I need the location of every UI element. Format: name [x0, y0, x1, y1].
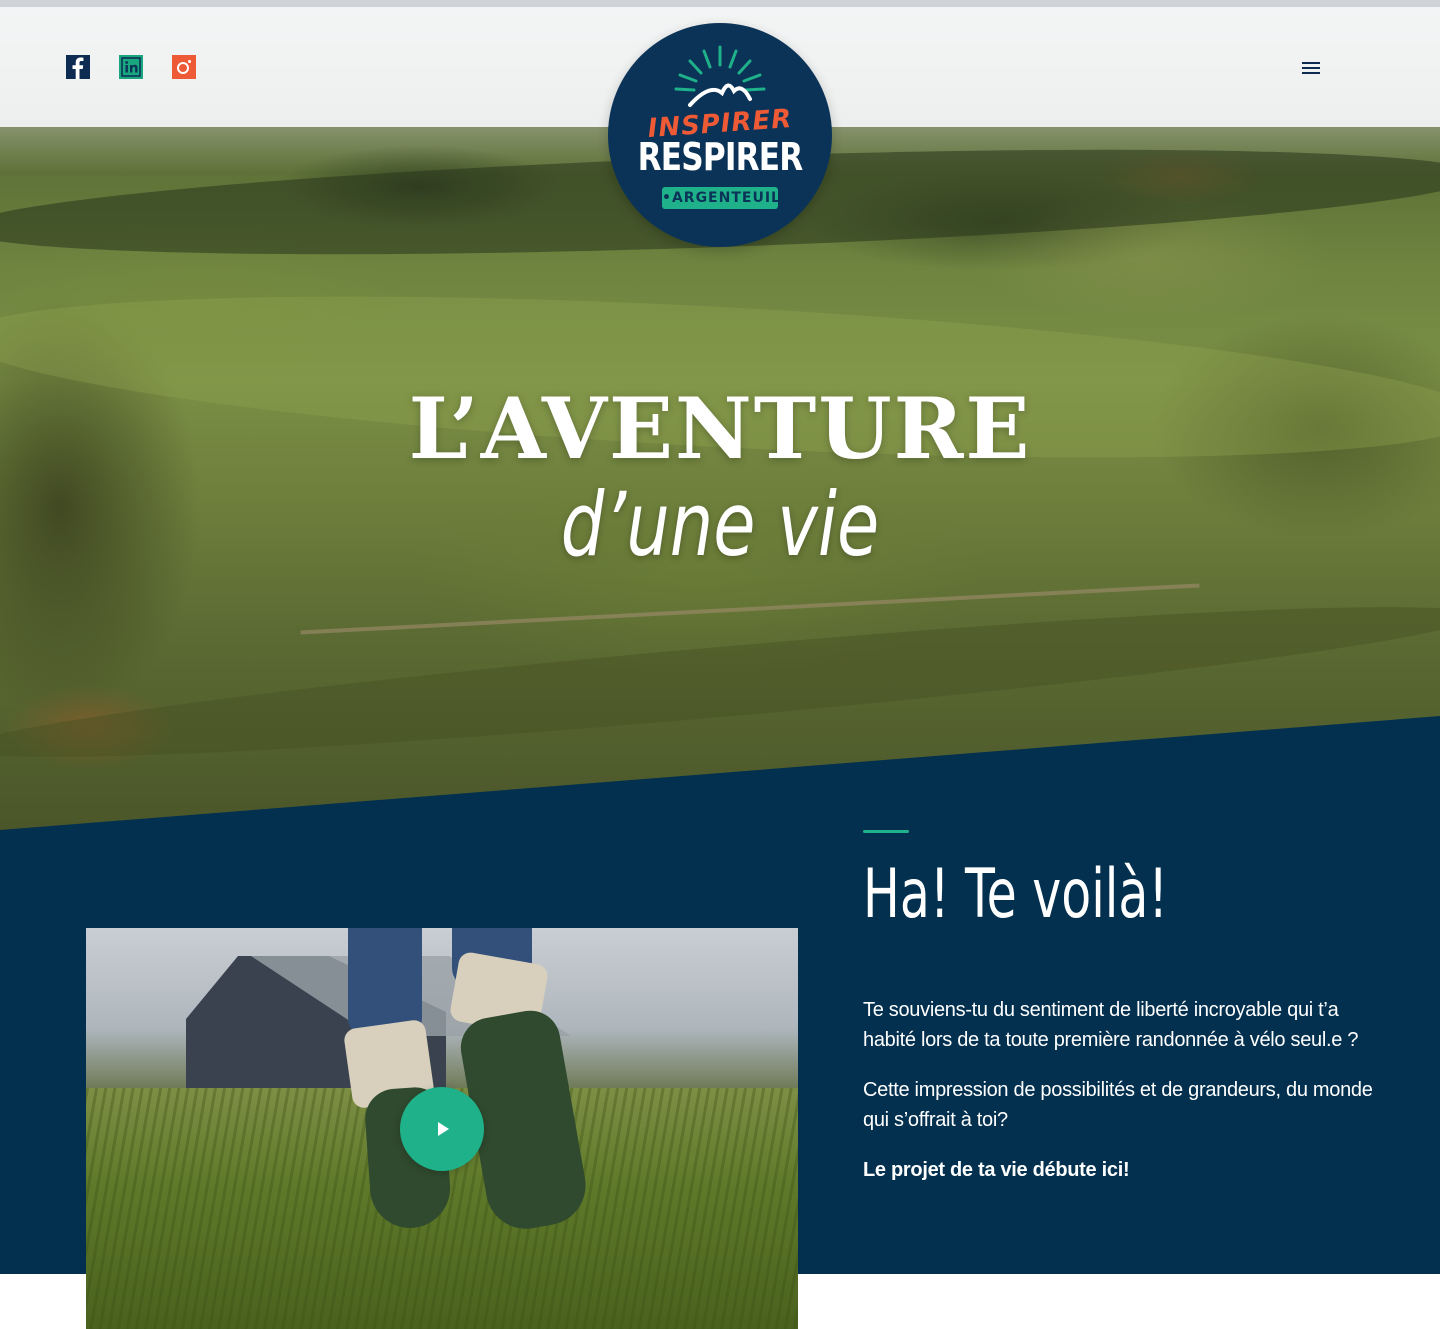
- play-icon: [438, 1122, 449, 1136]
- instagram-icon[interactable]: [172, 55, 196, 79]
- menu-line: [1302, 62, 1320, 64]
- hero-subtitle: d’une vie: [560, 473, 880, 576]
- intro-paragraph-2: Cette impression de possibilités et de g…: [863, 1079, 1373, 1131]
- linkedin-icon[interactable]: [119, 55, 143, 79]
- hero-title: L’AVENTURE: [408, 379, 1032, 478]
- top-strip: [0, 0, 1440, 7]
- intro-paragraph-1: Te souviens-tu du sentiment de liberté i…: [863, 999, 1359, 1051]
- play-button[interactable]: [400, 1087, 484, 1171]
- menu-line: [1302, 72, 1320, 74]
- hero-headline: L’AVENTURE d’une vie: [0, 387, 1440, 574]
- logo-argenteuil-badge: •ARGENTEUIL•: [662, 187, 790, 209]
- intro-video[interactable]: [86, 928, 798, 1329]
- heading-accent-line: [863, 830, 909, 833]
- menu-line: [1302, 67, 1320, 69]
- site-logo[interactable]: INSPIRER RESPIRER •ARGENTEUIL•: [608, 23, 832, 247]
- sunrise-mountain-icon: [674, 45, 766, 107]
- facebook-icon[interactable]: [66, 55, 90, 79]
- hamburger-menu-icon[interactable]: [1298, 60, 1324, 76]
- intro-paragraph-3: Le projet de ta vie débute ici!: [863, 1159, 1130, 1181]
- logo-respirer-text: RESPIRER: [637, 135, 804, 179]
- intro-heading: Ha! Te voilà!: [863, 855, 1169, 934]
